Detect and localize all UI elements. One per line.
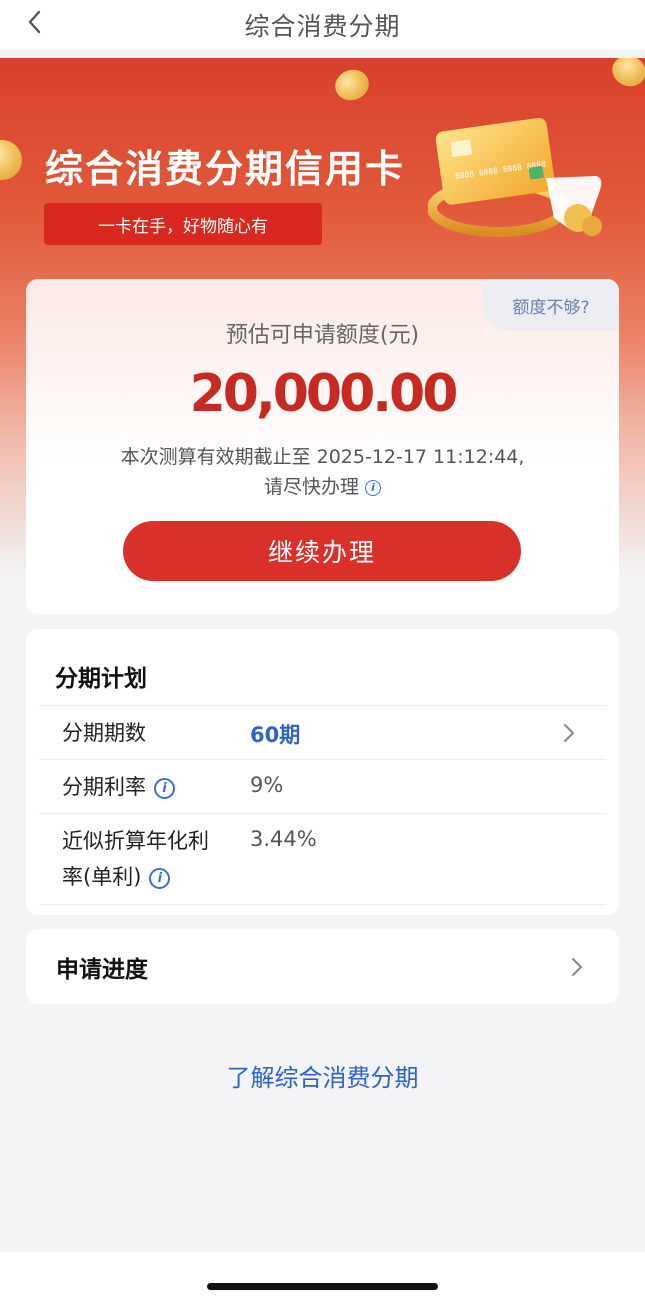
validity-reminder: 请尽快办理 xyxy=(263,476,359,498)
section-title: 分期计划 xyxy=(55,666,147,692)
quota-label: 预估可申请额度(元) xyxy=(225,323,420,348)
row-label: 近似折算年化利 率(单利) i xyxy=(62,823,209,895)
chevron-right-icon xyxy=(564,724,574,742)
interest-rate-value: 9% xyxy=(250,773,284,797)
credit-card-illustration: 8888 8888 8888 8888 xyxy=(428,117,602,237)
quota-card: 额度不够? 预估可申请额度(元) 20,000.00 本次测算有效期截止至 20… xyxy=(26,279,619,614)
page-title: 综合消费分期 xyxy=(244,12,401,41)
coin-decoration xyxy=(607,58,645,91)
installment-count-row[interactable]: 分期期数 60期 xyxy=(39,705,606,760)
banner-slogan: 一卡在手，好物随心有 xyxy=(44,203,322,245)
coin-decoration xyxy=(0,140,22,180)
coin-decoration xyxy=(330,65,374,105)
info-icon[interactable]: i xyxy=(149,867,171,889)
info-icon[interactable]: i xyxy=(154,777,175,799)
annualized-rate-label: 近似折算年化利 xyxy=(62,829,209,853)
installment-count-value: 60期 xyxy=(250,723,301,747)
home-indicator[interactable] xyxy=(207,1283,438,1290)
interest-rate-row: 分期利率 i 9% xyxy=(39,759,606,814)
validity-line: 本次测算有效期截止至 2025-12-17 11:12:44, xyxy=(120,446,525,468)
info-icon[interactable]: i xyxy=(365,479,381,496)
chevron-right-icon xyxy=(572,958,582,976)
validity-line-2: 请尽快办理 i xyxy=(26,472,619,502)
validity-text: 本次测算有效期截止至 2025-12-17 11:12:44, 请尽快办理 i xyxy=(26,442,619,502)
annualized-rate-label-2: 率(单利) i xyxy=(62,859,209,895)
bottom-safe-area xyxy=(0,1252,645,1303)
nav-bar: 综合消费分期 xyxy=(0,0,645,50)
quota-amount: 20,000.00 xyxy=(189,364,459,424)
row-label: 分期期数 xyxy=(62,721,146,745)
row-label: 分期利率 i xyxy=(62,769,175,805)
interest-rate-label: 分期利率 xyxy=(62,775,146,799)
annualized-rate-value: 3.44% xyxy=(250,827,317,851)
annualized-rate-label-part: 率(单利) xyxy=(62,865,142,889)
annualized-rate-row: 近似折算年化利 率(单利) i 3.44% xyxy=(39,813,606,905)
back-arrow-icon[interactable] xyxy=(22,8,50,36)
banner-title: 综合消费分期信用卡 xyxy=(45,147,406,191)
learn-more-link[interactable]: 了解综合消费分期 xyxy=(0,1058,645,1093)
continue-button[interactable]: 继续办理 xyxy=(123,521,521,581)
application-progress-row[interactable]: 申请进度 xyxy=(26,929,619,1004)
installment-plan-card: 分期计划 分期期数 60期 分期利率 i 9% 近似折算年化利 率(单利) i 3.… xyxy=(26,629,619,915)
section-title: 申请进度 xyxy=(56,957,148,983)
